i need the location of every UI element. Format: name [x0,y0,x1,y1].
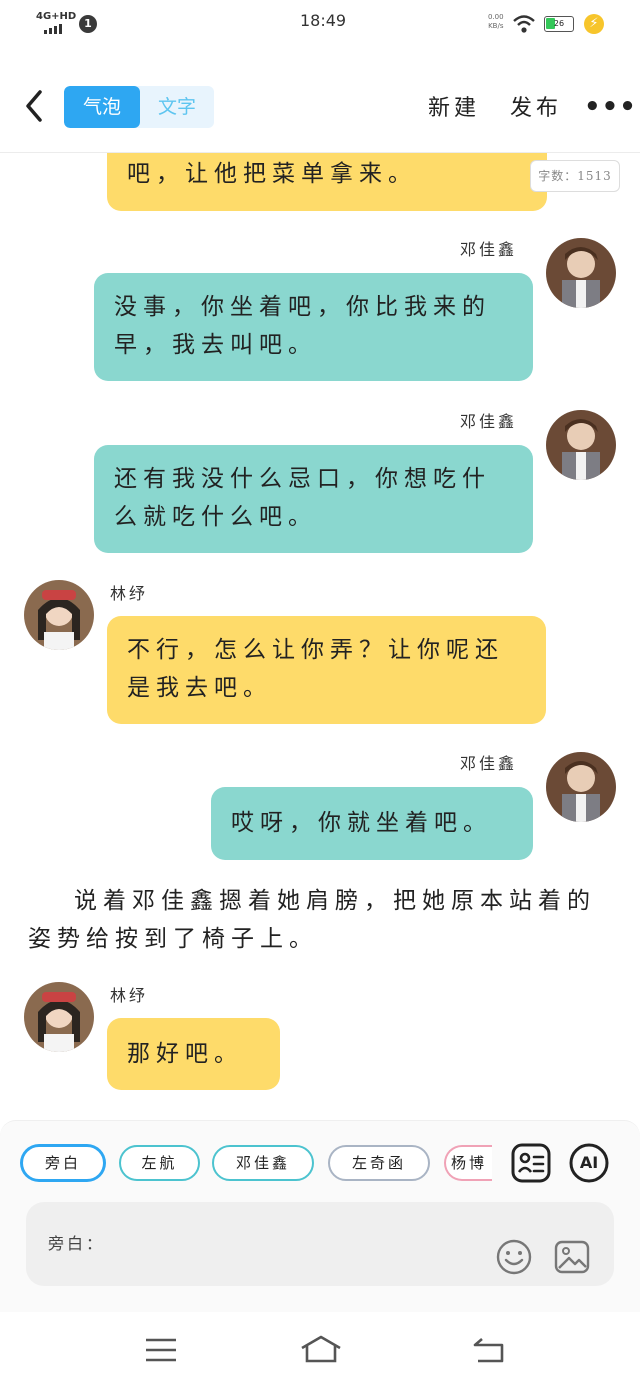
chat-bubble[interactable]: 不行，怎么让你弄？让你呢还是我去吧。 [107,616,546,724]
message-text: 吧，让他把菜单拿来。 [127,161,417,187]
role-chip-narrator[interactable]: 旁白 [21,1145,105,1181]
mode-switch: 气泡 文字 [64,86,214,128]
signal-icon [44,24,62,34]
avatar[interactable] [24,580,94,650]
role-chip[interactable]: 邓佳鑫 [212,1145,314,1181]
network-speed: 0.00 KB/s [488,13,504,31]
wifi-icon [513,15,535,33]
role-chip[interactable]: 左航 [119,1145,200,1181]
avatar[interactable] [24,982,94,1052]
tab-bubble[interactable]: 气泡 [64,86,140,128]
tab-text[interactable]: 文字 [140,86,214,128]
speaker-name: 林纾 [110,986,149,1005]
word-count-badge: 字数：1513 [530,160,620,192]
speaker-name: 邓佳鑫 [460,240,518,259]
chat-bubble[interactable]: 还有我没什么忌口，你想吃什么就吃什么吧。 [94,445,533,553]
chat-bubble[interactable]: 没事，你坐着吧，你比我来的早，我去叫吧。 [94,273,533,381]
message-text: 没事，你坐着吧，你比我来的早，我去叫吧。 [114,294,491,358]
return-icon[interactable] [472,1336,506,1364]
chat-bubble[interactable]: 哎呀，你就坐着吧。 [211,787,533,860]
charging-icon: ⚡ [584,14,604,34]
more-icon[interactable]: ••• [584,92,637,122]
speed-value: 0.00 [488,13,504,21]
status-bar: 4G+HD 1 18:49 0.00 KB/s 26 ⚡ [0,0,640,48]
message-text: 不行，怎么让你弄？让你呢还是我去吧。 [127,637,504,701]
message-text: 还有我没什么忌口，你想吃什么就吃什么吧。 [114,466,491,530]
clock: 18:49 [300,11,347,30]
image-icon[interactable] [553,1238,591,1276]
system-nav-bar [0,1312,640,1387]
speaker-name: 林纾 [110,584,149,603]
speaker-name: 邓佳鑫 [460,754,518,773]
role-chip[interactable]: 左奇函 [328,1145,430,1181]
ai-button[interactable]: AI [568,1142,610,1184]
emoji-icon[interactable] [495,1238,533,1276]
home-icon[interactable] [299,1334,343,1364]
person-card-icon[interactable] [510,1142,552,1184]
menu-icon[interactable] [144,1336,178,1364]
avatar[interactable] [546,238,616,308]
speaker-name: 邓佳鑫 [460,412,518,431]
message-text: 哎呀，你就坐着吧。 [231,810,492,836]
publish-button[interactable]: 发布 [510,90,562,122]
chat-bubble[interactable]: 那好吧。 [107,1018,280,1090]
avatar[interactable] [546,410,616,480]
narration-text[interactable]: 说着邓佳鑫摁着她肩膀，把她原本站着的姿势给按到了椅子上。 [28,882,608,958]
back-icon[interactable] [20,86,50,126]
input-speaker-label: 旁白： [48,1234,106,1253]
notification-badge: 1 [79,15,97,33]
battery-icon: 26 [544,16,574,32]
battery-level: 26 [553,19,565,28]
message-text: 那好吧。 [127,1041,243,1067]
speed-unit: KB/s [488,22,504,30]
role-chip[interactable]: 杨博 [444,1145,492,1181]
network-indicator: 4G+HD [36,11,77,22]
ai-label: AI [579,1153,599,1172]
new-button[interactable]: 新建 [428,90,480,122]
avatar[interactable] [546,752,616,822]
